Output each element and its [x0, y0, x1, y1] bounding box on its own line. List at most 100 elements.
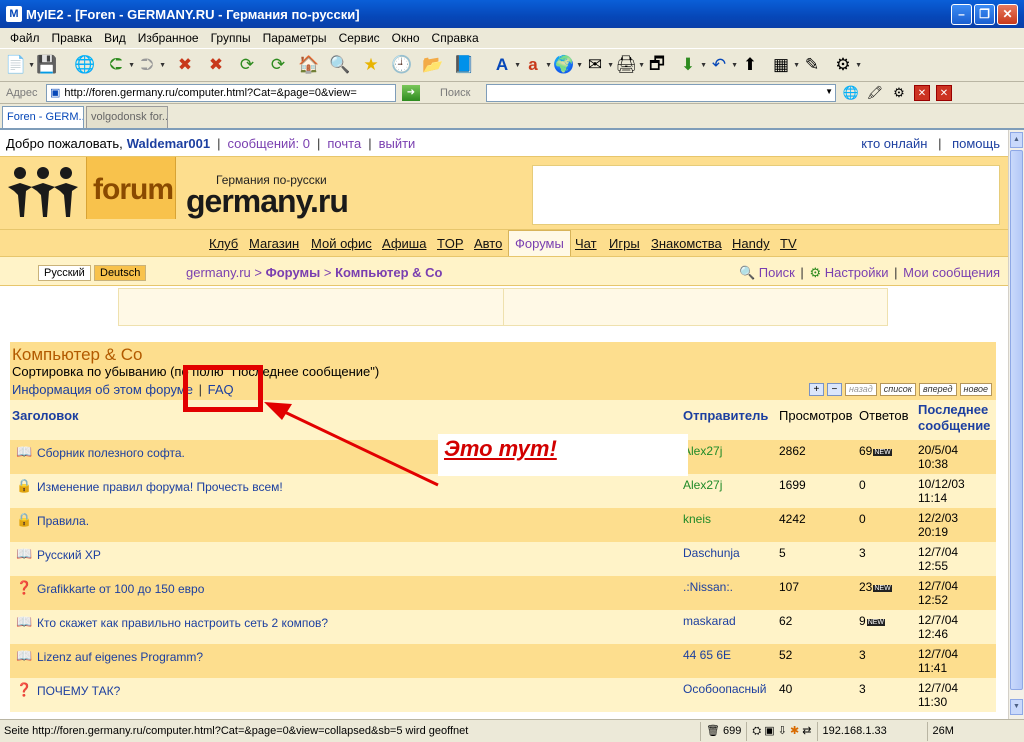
- nav-auto[interactable]: Авто: [474, 236, 502, 251]
- back-button[interactable]: назад: [844, 383, 877, 396]
- collapse-icon[interactable]: −: [826, 383, 842, 396]
- my-messages-link[interactable]: Мои сообщения: [903, 265, 1000, 280]
- topic-author-link[interactable]: .:Nissan:.: [683, 580, 733, 594]
- scroll-down-icon[interactable]: ▼: [1010, 699, 1023, 715]
- tools-small-icon[interactable]: ⚙: [890, 84, 908, 102]
- forward-icon[interactable]: ⮊ ▼: [135, 53, 166, 77]
- flash-icon[interactable]: ✱: [790, 722, 799, 741]
- topic-title-link[interactable]: Кто скажет как правильно настроить сеть …: [37, 616, 328, 630]
- topic-last-post[interactable]: 10/12/03 11:14: [918, 477, 965, 505]
- mail-icon[interactable]: ✉ ▼: [583, 53, 614, 77]
- tools-icon[interactable]: ⚙ ▼: [831, 53, 862, 77]
- refresh-all-icon[interactable]: ⟳: [266, 53, 290, 77]
- topic-title-link[interactable]: ПОЧЕМУ ТАК?: [37, 684, 120, 698]
- popup-icon[interactable]: ▣: [764, 722, 774, 741]
- search-icon[interactable]: 🔍: [328, 53, 352, 77]
- encoding-icon[interactable]: a ▼: [521, 53, 552, 77]
- scroll-thumb[interactable]: [1010, 150, 1023, 690]
- banner-ad[interactable]: [532, 165, 1000, 225]
- topic-last-post[interactable]: 12/7/04 12:46: [918, 613, 958, 641]
- upload-icon[interactable]: ⬆: [738, 53, 762, 77]
- crumb-forums[interactable]: Форумы: [266, 265, 321, 280]
- topic-last-post[interactable]: 12/7/04 11:30: [918, 681, 958, 709]
- scroll-up-icon[interactable]: ▲: [1010, 132, 1023, 148]
- lang-de-button[interactable]: Deutsch: [94, 265, 147, 281]
- menu-window[interactable]: Окно: [386, 31, 426, 45]
- who-online-link[interactable]: кто онлайн: [861, 136, 927, 151]
- tab-foren-germany[interactable]: Foren - GERM...: [2, 106, 84, 128]
- window-icon[interactable]: 🗗: [645, 53, 669, 77]
- crumb-root[interactable]: germany.ru: [186, 265, 251, 280]
- topic-last-post[interactable]: 12/7/04 11:41: [918, 647, 958, 675]
- topic-title-link[interactable]: Grafikkarte от 100 до 150 евро: [37, 582, 204, 596]
- nav-afisha[interactable]: Афиша: [382, 236, 426, 251]
- topic-author-link[interactable]: Alex27j: [683, 444, 722, 458]
- topic-author-link[interactable]: maskarad: [683, 614, 736, 628]
- tile-icon[interactable]: ▦ ▼: [769, 53, 800, 77]
- ad-row[interactable]: [118, 288, 888, 326]
- topic-author-link[interactable]: Особоопасный: [683, 682, 767, 696]
- network-icon[interactable]: 🌐: [73, 53, 97, 77]
- stop-icon[interactable]: ✖: [173, 53, 197, 77]
- nav-forums[interactable]: Форумы: [508, 230, 571, 256]
- topic-last-post[interactable]: 20/5/04 10:38: [918, 443, 958, 471]
- history-icon[interactable]: 🕘: [390, 53, 414, 77]
- address-input[interactable]: ▣ http://foren.germany.ru/computer.html?…: [46, 83, 396, 102]
- topic-author-link[interactable]: kneis: [683, 512, 711, 526]
- nav-shop[interactable]: Магазин: [249, 236, 299, 251]
- globe-icon[interactable]: 🌍 ▼: [552, 53, 583, 77]
- menu-options[interactable]: Параметры: [257, 31, 333, 45]
- search-link[interactable]: Поиск: [759, 265, 795, 280]
- download-icon[interactable]: ⬇ ▼: [676, 53, 707, 77]
- nav-tv[interactable]: TV: [780, 236, 797, 251]
- folder-icon[interactable]: 📂: [421, 53, 445, 77]
- forum-logo-text[interactable]: forum: [93, 173, 174, 207]
- home-icon[interactable]: 🏠: [297, 53, 321, 77]
- download-status-icon[interactable]: ⇩: [778, 722, 787, 741]
- refresh-icon[interactable]: ⟳: [235, 53, 259, 77]
- vertical-scrollbar[interactable]: ▲ ▼: [1008, 130, 1024, 719]
- stop-all-icon[interactable]: ✖: [204, 53, 228, 77]
- new-topic-button[interactable]: новое: [959, 383, 992, 396]
- nav-chat[interactable]: Чат: [575, 236, 597, 251]
- tab-volgodonsk[interactable]: volgodonsk for...: [86, 106, 168, 128]
- help-link[interactable]: помощь: [952, 136, 1000, 151]
- font-icon[interactable]: A ▼: [490, 53, 521, 77]
- topic-author-link[interactable]: Alex27j: [683, 478, 722, 492]
- topic-title-link[interactable]: Lizenz auf eigenes Programm?: [37, 650, 203, 664]
- username-link[interactable]: Waldemar001: [127, 136, 210, 151]
- forum-info-link[interactable]: Информация об этом форуме: [12, 382, 193, 397]
- menu-help[interactable]: Справка: [426, 31, 485, 45]
- topic-title-link[interactable]: Правила.: [37, 514, 89, 528]
- col-author[interactable]: Отправитель: [683, 408, 768, 423]
- menu-edit[interactable]: Правка: [46, 31, 99, 45]
- expand-icon[interactable]: +: [808, 383, 824, 396]
- topic-last-post[interactable]: 12/7/04 12:55: [918, 545, 958, 573]
- menu-view[interactable]: Вид: [98, 31, 132, 45]
- mail-link[interactable]: почта: [327, 136, 361, 151]
- restore-button[interactable]: ❐: [974, 3, 995, 25]
- nav-top[interactable]: TOP: [437, 236, 464, 251]
- title-bar[interactable]: M MyIE2 - [Foren - GERMANY.RU - Германия…: [0, 0, 1024, 28]
- topic-author-link[interactable]: Daschunja: [683, 546, 740, 560]
- logout-link[interactable]: выйти: [379, 136, 416, 151]
- undo-icon[interactable]: ↶ ▼: [707, 53, 738, 77]
- logo-main[interactable]: germany.ru: [186, 183, 349, 220]
- go-icon[interactable]: ➜: [402, 84, 420, 101]
- nav-dating[interactable]: Знакомства: [651, 236, 722, 251]
- highlight-icon[interactable]: 🖍: [866, 84, 884, 102]
- save-icon[interactable]: 💾: [35, 53, 59, 77]
- trash-count[interactable]: 🗑 699: [700, 721, 746, 741]
- topic-last-post[interactable]: 12/7/04 12:52: [918, 579, 958, 607]
- menu-tools[interactable]: Сервис: [333, 31, 386, 45]
- nav-games[interactable]: Игры: [609, 236, 640, 251]
- topic-author-link[interactable]: 44 65 6E: [683, 648, 731, 662]
- messages-link[interactable]: сообщений: 0: [228, 136, 311, 151]
- web-search-icon[interactable]: 🌐: [842, 84, 860, 102]
- topic-title-link[interactable]: Русский XP: [37, 548, 101, 562]
- new-page-icon[interactable]: 📄 ▼: [4, 53, 35, 77]
- filter-icon[interactable]: ⛭: [752, 722, 761, 741]
- print-icon[interactable]: 🖨 ▼: [614, 53, 645, 77]
- nav-club[interactable]: Клуб: [209, 236, 238, 251]
- nav-handy[interactable]: Handy: [732, 236, 770, 251]
